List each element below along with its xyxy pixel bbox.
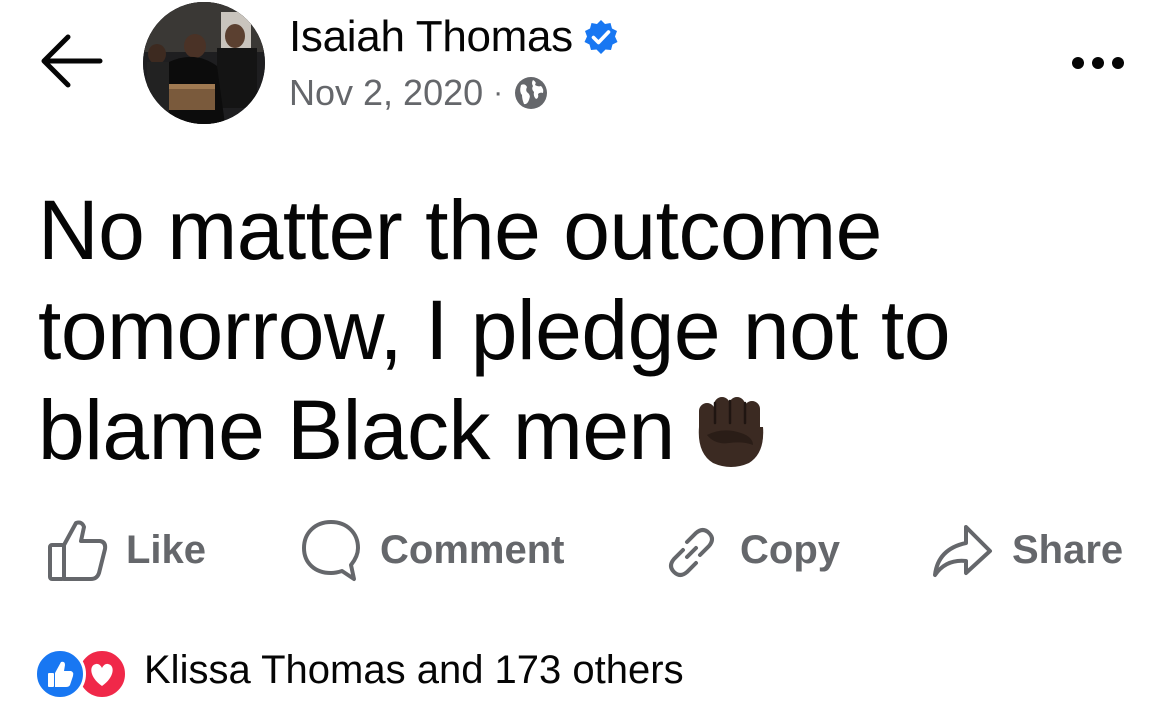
reaction-icons: [34, 644, 134, 700]
avatar-photo: [143, 2, 265, 124]
comment-label: Comment: [380, 527, 565, 572]
share-arrow-icon: [933, 525, 992, 577]
back-button[interactable]: [36, 28, 106, 94]
author-avatar[interactable]: [143, 2, 265, 124]
more-options-button[interactable]: [1062, 46, 1134, 80]
reactions-text: Klissa Thomas and 173 others: [144, 647, 684, 692]
post-body: No matter the outcome tomorrow, I pledge…: [38, 180, 1128, 480]
like-reaction-icon: [34, 648, 86, 700]
like-button[interactable]: Like: [46, 512, 206, 588]
post-date[interactable]: Nov 2, 2020: [289, 72, 483, 114]
comment-bubble-icon: [302, 520, 360, 581]
post-text: No matter the outcome tomorrow, I pledge…: [38, 183, 951, 477]
reactions-summary[interactable]: Klissa Thomas and 173 others: [34, 640, 684, 700]
post-actions: Like Comment Copy Share: [0, 512, 1170, 588]
author-name-row: Isaiah Thomas: [289, 12, 619, 62]
raised-fist-icon: [698, 397, 764, 467]
post-meta: Nov 2, 2020 ·: [289, 70, 549, 116]
arrow-left-icon: [41, 34, 103, 88]
thumbs-up-icon: [48, 520, 108, 581]
copy-label: Copy: [740, 527, 840, 572]
share-label: Share: [1012, 527, 1124, 572]
verified-badge-icon: [584, 20, 618, 54]
copy-button[interactable]: Copy: [660, 512, 840, 588]
more-horizontal-icon-dot-3: [1112, 57, 1124, 69]
post-header: Isaiah Thomas Nov 2, 2020 ·: [0, 0, 1170, 140]
like-label: Like: [126, 527, 207, 572]
globe-icon: [515, 77, 548, 109]
author-name[interactable]: Isaiah Thomas: [289, 12, 573, 62]
more-horizontal-icon-dot-2: [1092, 57, 1104, 69]
share-button[interactable]: Share: [930, 512, 1123, 588]
link-icon: [669, 528, 714, 577]
more-horizontal-icon-dot-1: [1072, 57, 1084, 69]
comment-button[interactable]: Comment: [300, 512, 564, 588]
meta-separator: ·: [493, 76, 504, 109]
